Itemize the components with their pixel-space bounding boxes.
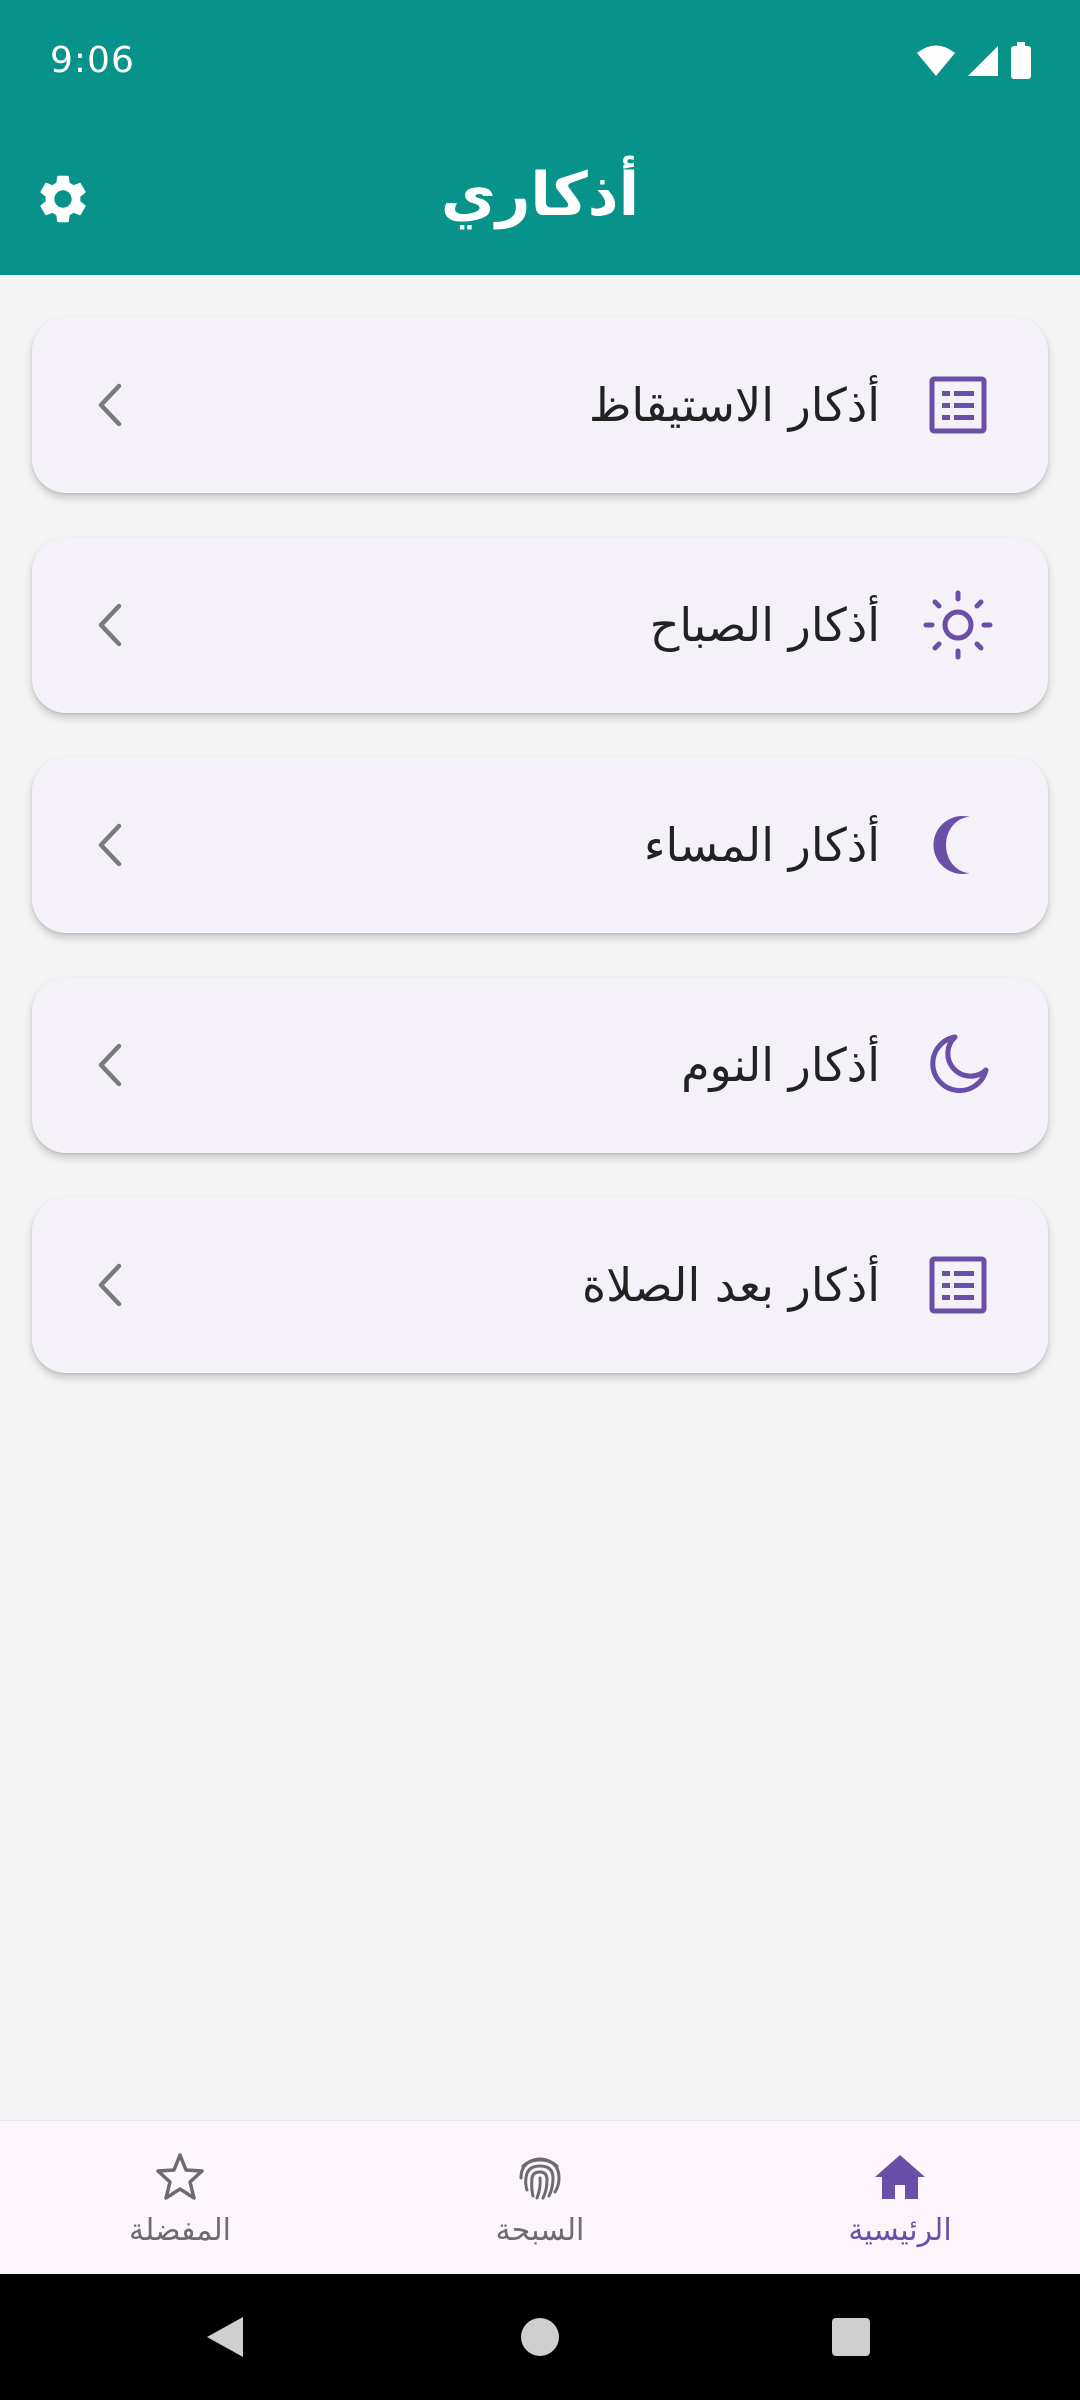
status-bar: 9:06 <box>0 0 1080 130</box>
list-item-label: أذكار بعد الصلاة <box>581 1258 880 1312</box>
list-icon <box>920 367 996 443</box>
nav-item-home[interactable]: الرئيسية <box>720 2121 1080 2275</box>
chevron-left-icon <box>90 1040 130 1090</box>
battery-icon <box>1010 42 1032 84</box>
star-icon <box>152 2149 208 2205</box>
list-item-label: أذكار النوم <box>681 1038 880 1092</box>
list-item-sleep[interactable]: أذكار النوم <box>32 977 1048 1153</box>
list-item-waking[interactable]: أذكار الاستيقاظ <box>32 317 1048 493</box>
list-item-morning[interactable]: أذكار الصباح <box>32 537 1048 713</box>
cellular-signal-icon <box>966 44 1000 82</box>
list-item-label: أذكار المساء <box>643 818 880 872</box>
sun-icon <box>920 587 996 663</box>
moon-outline-icon <box>920 1027 996 1103</box>
list-item-evening[interactable]: أذكار المساء <box>32 757 1048 933</box>
page-title: أذكاري <box>440 160 640 230</box>
list-item-after-prayer[interactable]: أذكار بعد الصلاة <box>32 1197 1048 1373</box>
app-bar: أذكاري <box>0 130 1080 275</box>
nav-item-favorites[interactable]: المفضلة <box>0 2121 360 2275</box>
wifi-icon <box>916 44 956 82</box>
status-time: 9:06 <box>50 40 135 81</box>
chevron-left-icon <box>90 380 130 430</box>
list-item-label: أذكار الاستيقاظ <box>588 378 880 432</box>
home-icon <box>872 2149 928 2205</box>
fingerprint-icon <box>512 2149 568 2205</box>
chevron-left-icon <box>90 820 130 870</box>
nav-label-favorites: المفضلة <box>128 2212 232 2248</box>
chevron-left-icon <box>90 600 130 650</box>
recents-button[interactable] <box>826 2312 876 2362</box>
system-navigation-bar <box>0 2274 1080 2400</box>
chevron-left-icon <box>90 1260 130 1310</box>
moon-filled-icon <box>920 807 996 883</box>
home-button[interactable] <box>515 2312 565 2362</box>
back-button[interactable] <box>200 2312 250 2362</box>
list-item-label: أذكار الصباح <box>649 598 880 652</box>
status-icons <box>916 42 1032 84</box>
azkar-list: أذكار الاستيقاظ أذكار الصباح أذكار المسا… <box>32 317 1048 1417</box>
bottom-navigation: المفضلة السبحة الرئيسية <box>0 2120 1080 2274</box>
nav-label-home: الرئيسية <box>848 2212 952 2248</box>
nav-label-tasbih: السبحة <box>495 2212 585 2248</box>
app-root: 9:06 أذكاري أذكار الاستيقاظ أذكار الصباح… <box>0 0 1080 2400</box>
list-icon <box>920 1247 996 1323</box>
nav-item-tasbih[interactable]: السبحة <box>360 2121 720 2275</box>
